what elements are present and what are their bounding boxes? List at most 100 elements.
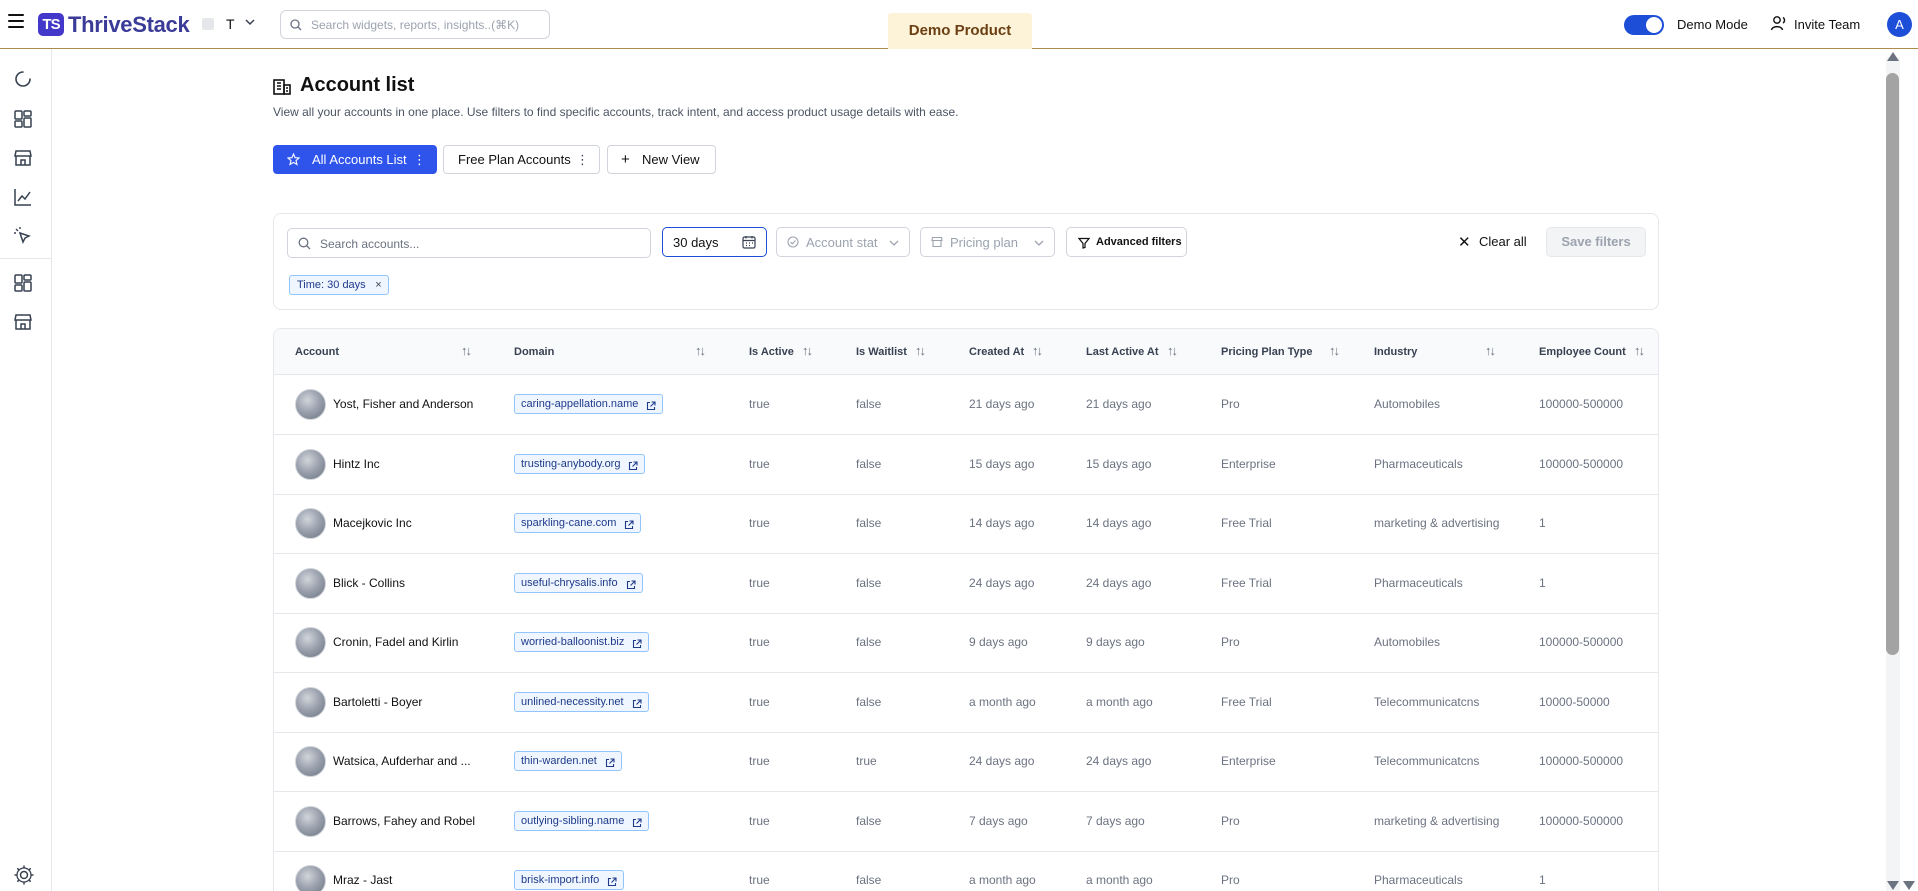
scroll-down-arrow[interactable] <box>1903 881 1915 890</box>
table-row[interactable]: Blick - Collins useful-chrysalis.info true… <box>274 554 1658 614</box>
external-link-icon[interactable] <box>624 518 634 536</box>
cell-account[interactable]: Mraz - Jast <box>333 873 392 887</box>
settings-gear-icon[interactable] <box>13 864 34 885</box>
view-tab-all-accounts[interactable]: All Accounts List ⋮ <box>273 145 437 174</box>
external-link-icon[interactable] <box>646 399 656 417</box>
cell-created-at: 7 days ago <box>969 813 1028 828</box>
table-row[interactable]: Mraz - Jast brisk-import.info true false a m… <box>274 851 1658 891</box>
cell-domain[interactable]: outlying-sibling.name <box>514 810 650 834</box>
time-range-select[interactable]: 30 days <box>662 227 767 257</box>
column-header-employee-count[interactable]: Employee Count <box>1539 346 1626 358</box>
table-row[interactable]: Barrows, Fahey and Robel outlying-sibling… <box>274 792 1658 852</box>
cell-pricing-plan: Free Trial <box>1221 694 1272 709</box>
cell-account[interactable]: Macejkovic Inc <box>333 516 412 530</box>
cell-account[interactable]: Bartoletti - Boyer <box>333 695 422 709</box>
external-link-icon[interactable] <box>605 756 615 774</box>
cell-account[interactable]: Watsica, Aufderhar and ... <box>333 754 471 768</box>
account-search-box[interactable] <box>287 228 651 258</box>
cursor-click-icon[interactable] <box>13 226 33 246</box>
cell-domain[interactable]: brisk-import.info <box>514 870 625 891</box>
account-search-input[interactable] <box>320 235 640 253</box>
sort-icon[interactable]: ↑↓ <box>802 343 813 358</box>
line-chart-icon[interactable] <box>13 187 33 207</box>
sort-icon[interactable]: ↑↓ <box>915 343 926 358</box>
kebab-menu-icon[interactable]: ⋮ <box>576 146 589 173</box>
cell-domain[interactable]: useful-chrysalis.info <box>514 572 643 596</box>
column-header-domain[interactable]: Domain <box>514 346 554 358</box>
cell-is-waitlist: false <box>856 813 882 828</box>
cell-domain[interactable]: caring-appellation.name <box>514 394 664 417</box>
view-tab-free-plan[interactable]: Free Plan Accounts ⋮ <box>443 145 600 174</box>
scroll-up-arrow[interactable] <box>1887 52 1899 61</box>
cell-account[interactable]: Yost, Fisher and Anderson <box>333 397 473 411</box>
table-row[interactable]: Watsica, Aufderhar and ... thin-warden.ne… <box>274 732 1658 792</box>
workspace-icon[interactable] <box>202 18 214 30</box>
advanced-filters-button[interactable]: Advanced filters <box>1066 227 1187 257</box>
global-search-box[interactable] <box>280 10 550 39</box>
external-link-icon[interactable] <box>626 578 636 596</box>
column-header-is-active[interactable]: Is Active <box>749 346 794 358</box>
cell-domain[interactable]: trusting-anybody.org <box>514 453 646 477</box>
account-status-select[interactable]: Account status <box>776 227 910 257</box>
scrollbar-thumb[interactable] <box>1886 73 1899 655</box>
invite-team-button[interactable]: Invite Team <box>1794 17 1860 32</box>
table-row[interactable]: Macejkovic Inc sparkling-cane.com true fals… <box>274 494 1658 554</box>
cell-domain[interactable]: sparkling-cane.com <box>514 513 642 536</box>
scroll-down-arrow[interactable] <box>1887 881 1899 890</box>
page-description: View all your accounts in one place. Use… <box>273 105 959 119</box>
column-header-industry[interactable]: Industry <box>1374 346 1417 358</box>
cell-account[interactable]: Cronin, Fadel and Kirlin <box>333 635 458 649</box>
table-row[interactable]: Hintz Inc trusting-anybody.org true false 15… <box>274 435 1658 495</box>
demo-mode-toggle[interactable] <box>1624 15 1664 35</box>
close-icon[interactable]: × <box>375 276 381 294</box>
column-header-account[interactable]: Account <box>295 346 339 358</box>
sort-icon[interactable]: ↑↓ <box>1634 343 1645 358</box>
table-row[interactable]: Bartoletti - Boyer unlined-necessity.net t… <box>274 673 1658 733</box>
cell-domain[interactable]: thin-warden.net <box>514 751 622 771</box>
column-header-pricing-plan-type[interactable]: Pricing Plan Type <box>1221 346 1313 358</box>
sort-icon[interactable]: ↑↓ <box>461 343 472 358</box>
column-header-is-waitlist[interactable]: Is Waitlist <box>856 346 907 358</box>
column-header-created-at[interactable]: Created At <box>969 346 1024 358</box>
table-row[interactable]: Cronin, Fadel and Kirlin worried-ballooni… <box>274 613 1658 673</box>
domain-text: unlined-necessity.net <box>521 695 624 708</box>
save-filters-button[interactable]: Save filters <box>1546 227 1646 257</box>
external-link-icon[interactable] <box>632 816 642 834</box>
sort-icon[interactable]: ↑↓ <box>1032 343 1043 358</box>
pricing-plan-select[interactable]: Pricing plan <box>920 227 1055 257</box>
star-icon <box>286 146 301 175</box>
column-header-last-active-at[interactable]: Last Active At <box>1086 346 1159 358</box>
cell-pricing-plan: Pro <box>1221 635 1240 649</box>
external-link-icon[interactable] <box>628 459 639 477</box>
cell-domain[interactable]: worried-balloonist.biz <box>514 632 650 655</box>
sort-icon[interactable]: ↑↓ <box>695 343 706 358</box>
workspace-initial[interactable]: T <box>226 16 235 32</box>
cell-created-at: 15 days ago <box>969 456 1035 471</box>
sort-icon[interactable]: ↑↓ <box>1167 343 1178 358</box>
cell-account[interactable]: Barrows, Fahey and Robel <box>333 814 475 828</box>
new-view-button[interactable]: + New View <box>607 145 716 174</box>
storefront-icon[interactable] <box>13 148 33 168</box>
external-link-icon[interactable] <box>607 875 617 891</box>
dashboard-grid-icon[interactable] <box>13 273 33 293</box>
top-header: TS ThriveStack T Demo Product Demo Mode … <box>0 0 1918 49</box>
cell-created-at: 24 days ago <box>969 754 1035 768</box>
invite-team-icon[interactable] <box>1770 14 1788 35</box>
cell-industry: Pharmaceuticals <box>1374 575 1463 590</box>
dashboard-grid-icon[interactable] <box>13 109 33 129</box>
chevron-down-icon[interactable] <box>244 16 256 31</box>
storefront-icon[interactable] <box>13 312 33 332</box>
user-avatar[interactable]: A <box>1887 12 1912 37</box>
external-link-icon[interactable] <box>632 697 642 715</box>
loader-icon[interactable] <box>13 69 33 89</box>
cell-account[interactable]: Blick - Collins <box>333 576 405 590</box>
external-link-icon[interactable] <box>632 637 642 655</box>
sort-icon[interactable]: ↑↓ <box>1485 343 1496 358</box>
cell-account[interactable]: Hintz Inc <box>333 457 380 471</box>
hamburger-menu-icon[interactable] <box>8 14 24 28</box>
sort-icon[interactable]: ↑↓ <box>1329 343 1340 358</box>
table-row[interactable]: Yost, Fisher and Anderson caring-appellat… <box>274 375 1658 435</box>
global-search-input[interactable] <box>311 16 541 34</box>
kebab-menu-icon[interactable]: ⋮ <box>413 146 426 173</box>
cell-domain[interactable]: unlined-necessity.net <box>514 691 649 715</box>
